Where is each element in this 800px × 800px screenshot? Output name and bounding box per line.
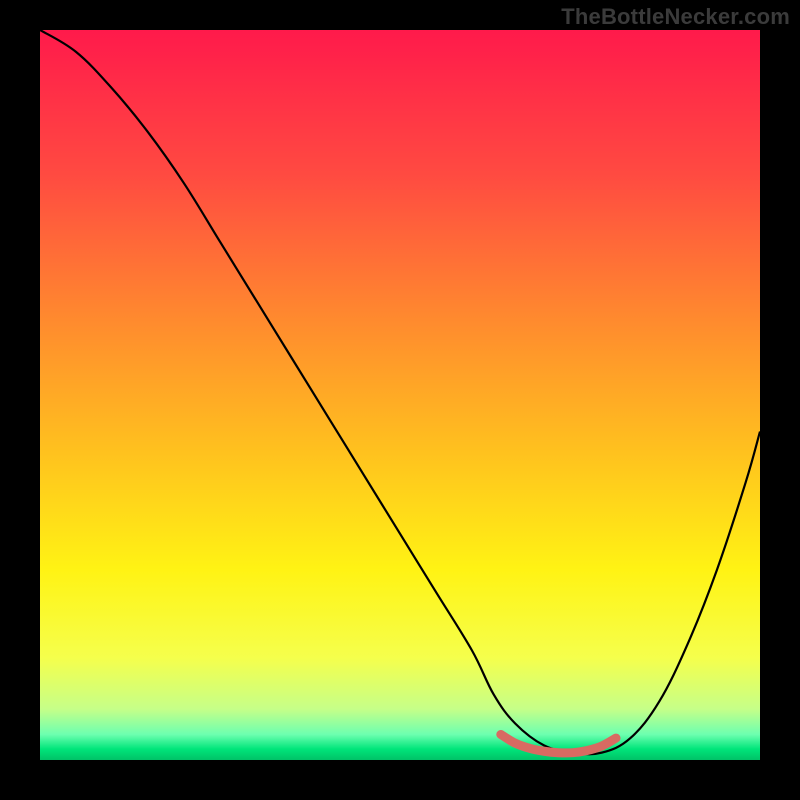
chart-frame: TheBottleNecker.com bbox=[0, 0, 800, 800]
bottleneck-plot bbox=[40, 30, 760, 760]
chart-svg bbox=[40, 30, 760, 760]
watermark-text: TheBottleNecker.com bbox=[561, 4, 790, 30]
gradient-background bbox=[40, 30, 760, 760]
